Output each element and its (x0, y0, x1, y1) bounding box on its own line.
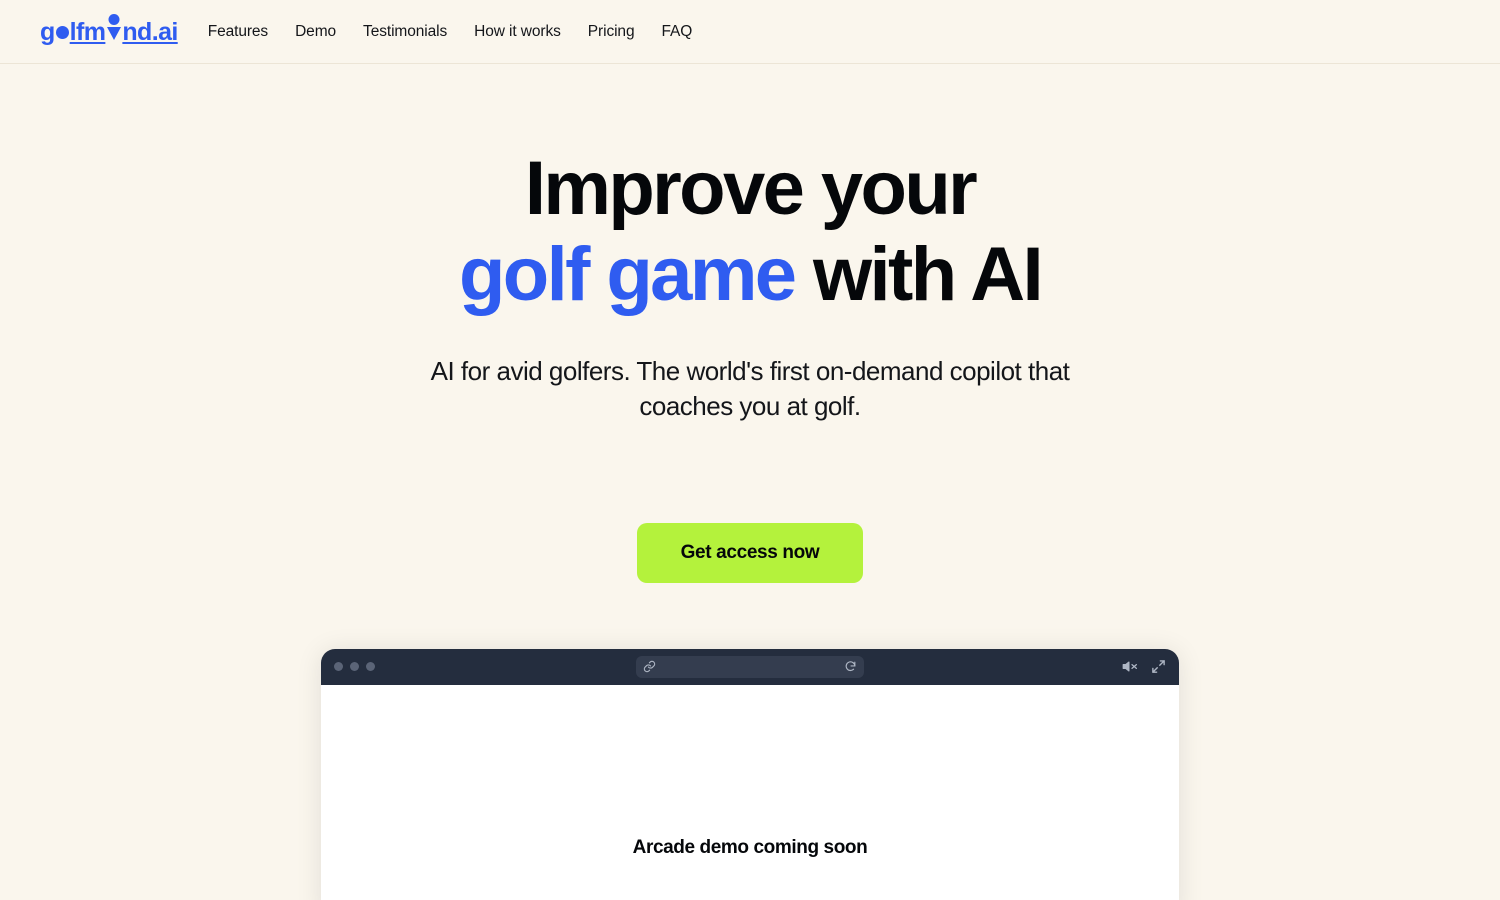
main-navigation: Features Demo Testimonials How it works … (208, 23, 693, 41)
page-title-accent: golf game (458, 231, 797, 317)
nav-item-pricing[interactable]: Pricing (588, 23, 635, 41)
window-close-icon[interactable] (334, 662, 343, 672)
browser-controls (1122, 659, 1166, 674)
link-icon (643, 660, 656, 673)
window-maximize-icon[interactable] (366, 662, 375, 672)
brand-text-part2: lfm (69, 18, 106, 46)
brand-text-part1: g (40, 18, 55, 46)
cta-container: Get access now (0, 522, 1500, 583)
page-title: Improve your golf game with AI (0, 146, 1500, 318)
page-title-line-2: golf game with AI (0, 232, 1500, 318)
reload-icon[interactable] (844, 660, 857, 673)
nav-item-testimonials[interactable]: Testimonials (363, 23, 447, 41)
browser-toolbar (321, 648, 1179, 685)
url-bar[interactable] (636, 655, 864, 678)
demo-browser-mockup: Arcade demo coming soon (321, 648, 1179, 900)
hero-subtitle: AI for avid golfers. The world's first o… (430, 355, 1070, 422)
window-traffic-lights (334, 662, 375, 672)
nav-item-how-it-works[interactable]: How it works (474, 23, 561, 41)
nav-item-features[interactable]: Features (208, 23, 268, 41)
window-minimize-icon[interactable] (350, 662, 359, 672)
nav-item-demo[interactable]: Demo (295, 23, 336, 41)
page-title-rest: with AI (794, 231, 1044, 317)
golf-pin-icon (106, 14, 121, 40)
hero-section: Improve your golf game with AI AI for av… (0, 64, 1500, 900)
get-access-now-button[interactable]: Get access now (636, 522, 864, 583)
expand-arrows-icon[interactable] (1151, 659, 1166, 674)
page-title-line-1: Improve your (524, 146, 978, 231)
golf-pin-triangle (106, 27, 121, 40)
demo-placeholder-text: Arcade demo coming soon (632, 836, 868, 858)
demo-viewport: Arcade demo coming soon (321, 684, 1179, 900)
brand-logo[interactable]: g lfm nd.ai (40, 14, 178, 46)
circle-dot-icon (55, 26, 69, 39)
nav-item-faq[interactable]: FAQ (661, 23, 692, 41)
brand-text-part3: nd.ai (122, 18, 178, 46)
site-header: g lfm nd.ai Features Demo Testimonials H… (0, 0, 1500, 64)
golf-pin-dot (108, 14, 120, 25)
speaker-muted-icon[interactable] (1122, 659, 1137, 674)
